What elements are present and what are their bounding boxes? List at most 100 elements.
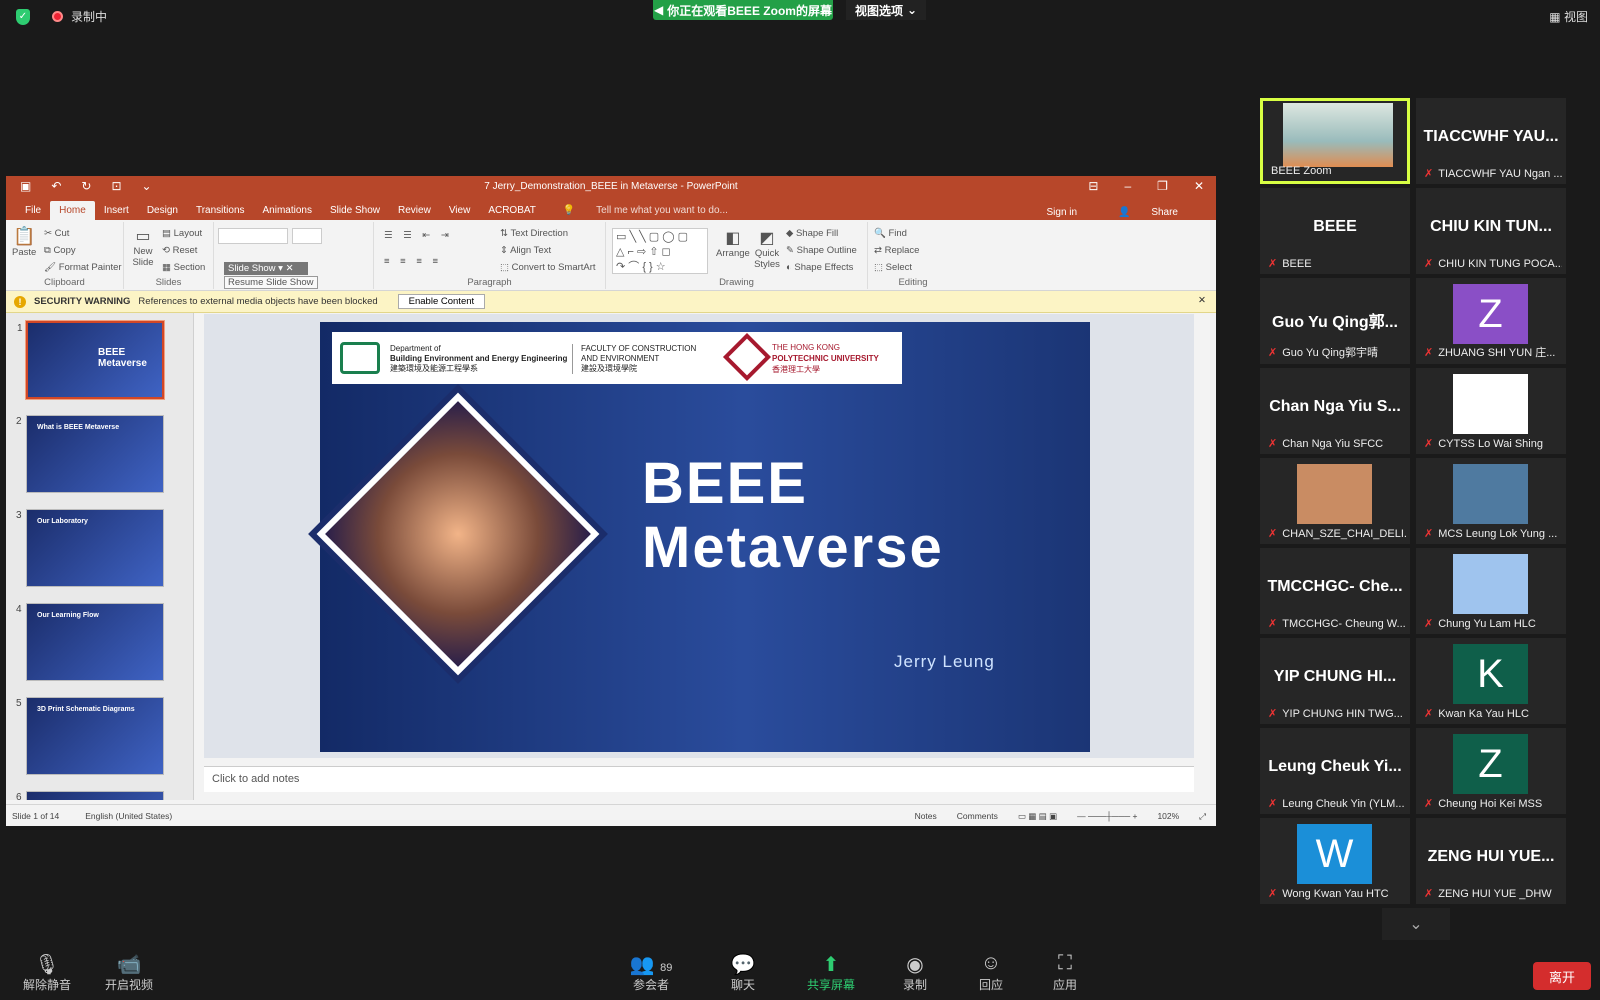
unmute-button[interactable]: 🎙 解除静音 <box>12 952 82 993</box>
resume-slide-show-button[interactable]: Resume Slide Show <box>224 276 318 289</box>
enable-content-button[interactable]: Enable Content <box>397 294 486 309</box>
notes-pane[interactable]: Click to add notes <box>204 766 1194 792</box>
list-icons[interactable]: ☰ ☰ ⇤ ⇥ <box>384 230 453 241</box>
slide-thumbnail-3[interactable]: 3 Our Laboratory <box>16 509 164 587</box>
slide-thumbnails-pane[interactable]: 1 BEEE Metaverse 2 What is BEEE Metaverse … <box>6 313 194 800</box>
participant-tile[interactable]: Chan Nga Yiu S... ✗ Chan Nga Yiu SFCC <box>1260 368 1410 454</box>
view-options-button[interactable]: 视图选项 ⌄ <box>846 0 926 20</box>
participant-tile[interactable]: BEEE Zoom <box>1260 98 1410 184</box>
replace-button[interactable]: ⇄ Replace <box>874 245 919 256</box>
participant-tile[interactable]: Z ✗ ZHUANG SHI YUN 庄... <box>1416 278 1566 364</box>
participant-tile[interactable]: W ✗ Wong Kwan Yau HTC <box>1260 818 1410 904</box>
cut-button[interactable]: ✂ Cut <box>44 228 69 239</box>
comments-button[interactable]: Comments <box>957 811 998 822</box>
format-painter-button[interactable]: 🖌 Format Painter <box>44 262 122 273</box>
section-button[interactable]: ▦ Section <box>162 262 205 273</box>
tell-me-search[interactable]: 💡 Tell me what you want to do... <box>545 201 746 220</box>
tab-animations[interactable]: Animations <box>254 201 321 220</box>
tab-review[interactable]: Review <box>389 201 440 220</box>
shape-effects-button[interactable]: ◐ Shape Effects <box>786 262 853 273</box>
slide-thumbnail-6[interactable]: 6 <box>16 791 164 800</box>
participant-label: ✗ CYTSS Lo Wai Shing <box>1424 438 1543 450</box>
participant-tile[interactable]: Guo Yu Qing郭... ✗ Guo Yu Qing郭宇晴 <box>1260 278 1410 364</box>
tab-acrobat[interactable]: ACROBAT <box>479 201 545 220</box>
new-slide-button[interactable]: ▭ New Slide <box>128 226 158 268</box>
tab-slide-show[interactable]: Slide Show <box>321 201 389 220</box>
video-feed <box>1283 103 1393 167</box>
record-icon: ◉ <box>906 954 924 976</box>
security-shield-icon[interactable]: ✓ <box>16 8 30 25</box>
tab-insert[interactable]: Insert <box>95 201 138 220</box>
select-button[interactable]: ⬚ Select <box>874 262 912 273</box>
view-mode-icons[interactable]: ▭ ▦ ▤ ▣ <box>1018 811 1057 822</box>
participant-tile[interactable]: Z ✗ Cheung Hoi Kei MSS <box>1416 728 1566 814</box>
reset-button[interactable]: ⟲ Reset <box>162 245 197 256</box>
font-name-input[interactable] <box>218 228 288 244</box>
find-button[interactable]: 🔍 Find <box>874 228 907 239</box>
participant-tile[interactable]: CHIU KIN TUN... ✗ CHIU KIN TUNG POCA... <box>1416 188 1566 274</box>
apps-button[interactable]: ⛶ 应用 <box>1030 952 1100 993</box>
tab-home[interactable]: Home <box>50 201 95 220</box>
slide-thumbnail-5[interactable]: 5 3D Print Schematic Diagrams <box>16 697 164 775</box>
participant-tile[interactable]: TIACCWHF YAU... ✗ TIACCWHF YAU Ngan ... <box>1416 98 1566 184</box>
participant-tile[interactable]: ✗ CYTSS Lo Wai Shing <box>1416 368 1566 454</box>
participant-tile[interactable]: BEEE ✗ BEEE <box>1260 188 1410 274</box>
alignment-icons[interactable]: ≡ ≡ ≡ ≡ <box>384 256 442 267</box>
slide-thumbnail-1[interactable]: 1 BEEE Metaverse <box>17 320 165 400</box>
participant-tile[interactable]: Leung Cheuk Yi... ✗ Leung Cheuk Yin (YLM..… <box>1260 728 1410 814</box>
shape-outline-button[interactable]: ✎ Shape Outline <box>786 245 857 256</box>
participant-tile[interactable]: ✗ Chung Yu Lam HLC <box>1416 548 1566 634</box>
tab-file[interactable]: File <box>16 201 50 220</box>
mic-muted-icon: ✗ <box>1424 708 1434 720</box>
fit-slide-icon[interactable]: ⤢ <box>1199 811 1206 822</box>
new-slide-icon: ▭ <box>135 228 151 245</box>
gallery-next-button[interactable]: ⌄ <box>1382 908 1450 940</box>
share-screen-button[interactable]: ⬆ 共享屏幕 <box>796 952 866 993</box>
arrange-button[interactable]: ◧ Arrange <box>716 228 750 259</box>
slide-thumbnail-2[interactable]: 2 What is BEEE Metaverse <box>16 415 164 493</box>
zoom-level[interactable]: 102% <box>1157 811 1179 822</box>
ribbon-display-icon[interactable]: ⊟ <box>1088 179 1098 193</box>
close-icon[interactable]: ✕ <box>1198 295 1206 306</box>
reactions-button[interactable]: ☺ 回应 <box>956 952 1026 993</box>
participant-tile[interactable]: TMCCHGC- Che... ✗ TMCCHGC- Cheung W... <box>1260 548 1410 634</box>
shapes-gallery[interactable]: ▭ ╲ ╲ ▢ ◯ ▢ △ ⌐ ⇨ ⇧ ◻ ↷ ⌒ { } ☆ <box>612 228 708 274</box>
shape-fill-button[interactable]: ◆ Shape Fill <box>786 228 838 239</box>
tab-transitions[interactable]: Transitions <box>187 201 254 220</box>
clipboard-group: 📋 Paste ✂ Cut ⧉ Copy 🖌 Format Painter Cli… <box>6 222 124 289</box>
tab-design[interactable]: Design <box>138 201 187 220</box>
avatar <box>1453 464 1528 524</box>
font-size-input[interactable] <box>292 228 322 244</box>
participant-tile[interactable]: K ✗ Kwan Ka Yau HLC <box>1416 638 1566 724</box>
notes-button[interactable]: Notes <box>915 811 937 822</box>
minimize-icon[interactable]: – <box>1124 179 1131 193</box>
quick-styles-button[interactable]: ◩ Quick Styles <box>752 228 782 270</box>
leave-button[interactable]: 离开 <box>1533 962 1591 990</box>
layout-button[interactable]: ▤ Layout <box>162 228 202 239</box>
zoom-slider[interactable]: — ───┼─── + <box>1077 811 1137 822</box>
close-icon[interactable]: ✕ <box>1194 179 1204 193</box>
record-button[interactable]: ◉ 录制 <box>880 952 950 993</box>
start-video-button[interactable]: 📹 开启视频 <box>94 952 164 993</box>
participant-tile[interactable]: ZENG HUI YUE... ✗ ZENG HUI YUE _DHW <box>1416 818 1566 904</box>
view-button[interactable]: ▦ 视图 <box>1549 8 1588 25</box>
tab-view[interactable]: View <box>440 201 480 220</box>
chat-button[interactable]: 💬 聊天 <box>708 952 778 993</box>
participant-tile[interactable]: ✗ CHAN_SZE_CHAI_DELI... <box>1260 458 1410 544</box>
copy-button[interactable]: ⧉ Copy <box>44 245 76 256</box>
language-indicator[interactable]: English (United States) <box>85 811 172 821</box>
convert-smartart-button[interactable]: ⬚ Convert to SmartArt <box>500 262 596 273</box>
participant-label: ✗ MCS Leung Lok Yung ... <box>1424 528 1558 540</box>
paste-button[interactable]: 📋 Paste <box>12 226 36 258</box>
participant-tile[interactable]: ✗ MCS Leung Lok Yung ... <box>1416 458 1566 544</box>
participants-button[interactable]: 👥 89 参会者 <box>606 952 696 993</box>
text-direction-button[interactable]: ⇅ Text Direction <box>500 228 568 239</box>
participant-name: CHIU KIN TUN... <box>1430 218 1552 235</box>
participant-tile[interactable]: YIP CHUNG HI... ✗ YIP CHUNG HIN TWG... <box>1260 638 1410 724</box>
recording-indicator[interactable]: ✓ 录制中 <box>16 8 107 25</box>
restore-icon[interactable]: ❐ <box>1157 179 1168 193</box>
align-text-button[interactable]: ⇕ Align Text <box>500 245 551 256</box>
slide-author: Jerry Leung <box>894 652 995 671</box>
slide-canvas[interactable]: Department of Building Environment and En… <box>204 314 1194 758</box>
slide-thumbnail-4[interactable]: 4 Our Learning Flow <box>16 603 164 681</box>
